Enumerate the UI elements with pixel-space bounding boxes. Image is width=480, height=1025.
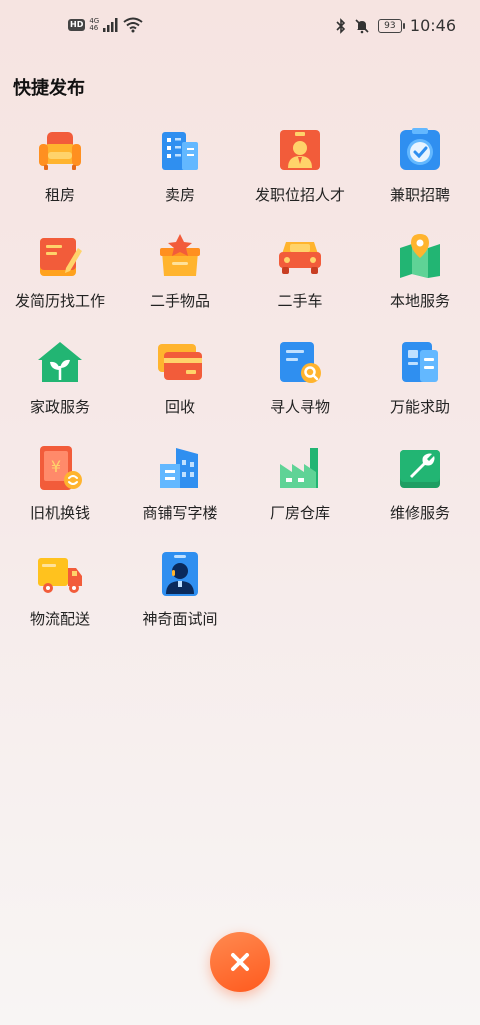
network-label: 4G 46 (89, 18, 99, 32)
grid-item-label: 物流配送 (29, 610, 90, 628)
grid-item-part-time[interactable]: 兼职招聘 (360, 120, 480, 226)
grid-item-label: 发职位招人才 (254, 186, 345, 204)
status-right: 93 10:46 (336, 16, 456, 35)
hd-badge: HD (68, 19, 86, 31)
grid-item-label: 厂房仓库 (269, 504, 330, 522)
status-bar: HD 4G 46 93 10:46 (0, 0, 480, 56)
wrench-icon (400, 450, 440, 488)
grid-item-label: 万能求助 (389, 398, 450, 416)
interview-person-icon (162, 552, 198, 596)
grid-item-label: 寻人寻物 (269, 398, 330, 416)
grid-item-label: 旧机换钱 (29, 504, 90, 522)
bluetooth-icon (336, 17, 346, 34)
grid-item-housekeeping[interactable]: 家政服务 (0, 332, 120, 438)
document-search-icon (280, 342, 321, 383)
grid-item-label: 兼职招聘 (389, 186, 450, 204)
grid-item-trade-in[interactable]: ¥ 旧机换钱 (0, 438, 120, 544)
bell-muted-icon (355, 18, 369, 33)
grid-item-label: 维修服务 (389, 504, 450, 522)
status-time: 10:46 (409, 16, 456, 35)
factory-icon (280, 448, 318, 488)
grid-item-resume[interactable]: 发简历找工作 (0, 226, 120, 332)
battery-indicator: 93 (377, 18, 405, 33)
page-title: 快捷发布 (13, 78, 85, 99)
grid-item-label: 神奇面试间 (142, 610, 218, 628)
grid-item-post-job[interactable]: 发职位招人才 (240, 120, 360, 226)
cards-icon (158, 344, 202, 380)
grid-item-label: 回收 (164, 398, 195, 416)
document-icon (402, 342, 438, 382)
truck-icon (38, 558, 82, 593)
grid-item-label: 家政服务 (29, 398, 90, 416)
resume-pen-icon (40, 238, 82, 276)
network-bottom-label: 46 (89, 24, 99, 32)
grid-item-rent[interactable]: 租房 (0, 120, 120, 226)
grid-item-sell-house[interactable]: 卖房 (120, 120, 240, 226)
grid-item-label: 发简历找工作 (14, 292, 105, 310)
close-button[interactable] (210, 932, 270, 992)
grid-item-local-service[interactable]: 本地服务 (360, 226, 480, 332)
grid-item-universal-help[interactable]: 万能求助 (360, 332, 480, 438)
grid-item-label: 本地服务 (389, 292, 450, 310)
sofa-icon (39, 132, 81, 170)
box-star-icon (160, 234, 200, 276)
grid-item-repair-service[interactable]: 维修服务 (360, 438, 480, 544)
building-icon (162, 132, 198, 170)
grid-item-logistics[interactable]: 物流配送 (0, 544, 120, 650)
grid-item-recycle[interactable]: 回收 (120, 332, 240, 438)
grid-item-interview-room[interactable]: 神奇面试间 (120, 544, 240, 650)
id-card-person-icon (280, 130, 320, 170)
grid-item-second-hand-goods[interactable]: 二手物品 (120, 226, 240, 332)
grid-item-label: 二手物品 (149, 292, 210, 310)
map-pin-icon (400, 234, 440, 278)
clock-icon (400, 128, 440, 170)
grid-item-label: 卖房 (164, 186, 195, 204)
grid-item-factory-warehouse[interactable]: 厂房仓库 (240, 438, 360, 544)
close-icon (231, 953, 249, 971)
grid-item-shop-office[interactable]: 商铺写字楼 (120, 438, 240, 544)
grid-item-label: 租房 (44, 186, 75, 204)
office-building-icon (160, 448, 198, 488)
publish-grid: 租房 卖房 发职位招人才 兼职招聘 发简历找工作 二手物品 二手车 本地服务 家… (0, 120, 480, 650)
status-left: HD 4G 46 (68, 17, 143, 33)
car-icon (279, 242, 321, 274)
grid-item-label: 二手车 (277, 292, 323, 310)
phone-yuan-icon: ¥ (40, 446, 82, 490)
house-leaf-icon (38, 342, 82, 382)
wifi-icon (123, 17, 143, 33)
grid-item-label: 商铺写字楼 (142, 504, 218, 522)
grid-item-used-car[interactable]: 二手车 (240, 226, 360, 332)
svg-text:¥: ¥ (51, 457, 61, 476)
grid-item-lost-and-found[interactable]: 寻人寻物 (240, 332, 360, 438)
signal-icon (103, 18, 118, 32)
